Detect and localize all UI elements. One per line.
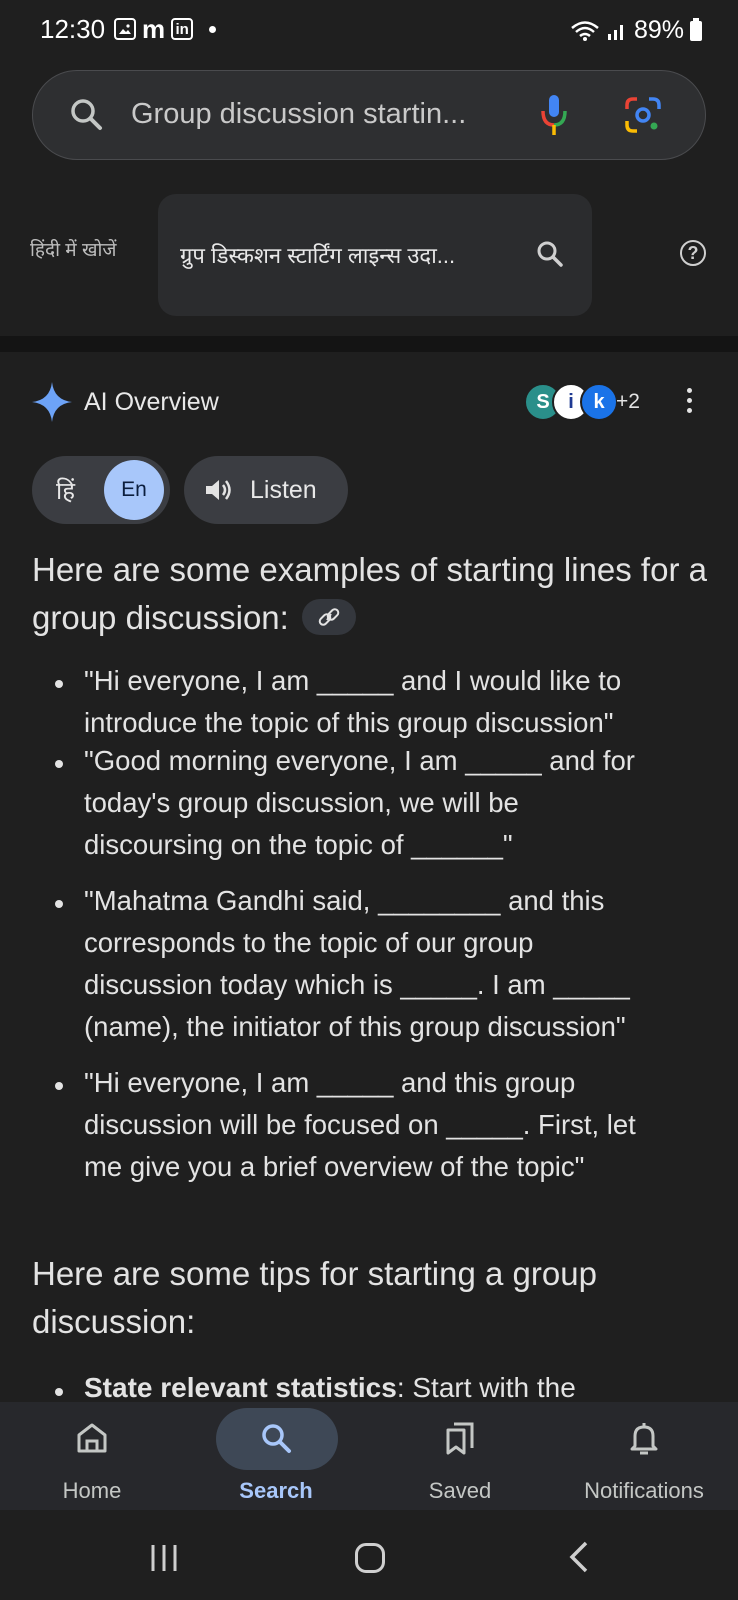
gallery-icon [114, 18, 136, 40]
nav-label: Saved [428, 1478, 492, 1503]
nav-home[interactable]: Home [12, 1402, 172, 1510]
tip-text: : Start with the [396, 1372, 576, 1403]
tip-title: State relevant statistics [84, 1372, 397, 1403]
recent-apps-icon[interactable] [148, 1542, 180, 1574]
list-item: "Hi everyone, I am _____ and I would lik… [84, 665, 622, 738]
listen-button[interactable]: Listen [184, 456, 348, 524]
search-query[interactable]: Group discussion startin... [131, 98, 466, 131]
back-icon[interactable] [566, 1540, 590, 1574]
more-notifications-dot [209, 25, 217, 33]
list-item: "Good morning everyone, I am _____ and f… [84, 745, 635, 860]
search-icon [262, 1424, 291, 1453]
listen-label: Listen [250, 476, 317, 504]
language-toggle[interactable]: हिं En [32, 456, 170, 524]
bullet [55, 1388, 63, 1396]
source-avatar[interactable]: k [580, 383, 618, 421]
bullet [55, 760, 63, 768]
bell-icon [630, 1423, 658, 1455]
system-icons: 89% [570, 16, 702, 45]
nav-notifications[interactable]: Notifications [564, 1402, 724, 1510]
status-bar: 12:30 m in 89% [0, 0, 738, 62]
speaker-icon [206, 480, 231, 500]
search-bar[interactable]: Group discussion startin... [32, 70, 706, 160]
m-app-icon: m [142, 14, 166, 44]
hindi-search-suggestion[interactable]: ग्रुप डिस्कशन स्टार्टिंग लाइन्स उदा... [158, 194, 592, 316]
wifi-icon [571, 20, 599, 41]
source-avatars[interactable]: S i k [524, 383, 618, 421]
status-time: 12:30 [40, 14, 106, 44]
system-navigation-bar [0, 1510, 738, 1600]
nav-label: Home [62, 1478, 122, 1503]
nav-label: Notifications [584, 1478, 704, 1503]
source-link-chip[interactable] [302, 599, 356, 635]
bullet [55, 680, 63, 688]
google-lens-icon[interactable] [623, 95, 663, 135]
hindi-search-query: ग्रुप डिस्कशन स्टार्टिंग लाइन्स उदा... [180, 243, 456, 268]
home-button-icon[interactable] [355, 1543, 385, 1573]
search-icon [537, 241, 563, 267]
battery-icon [690, 17, 702, 41]
nav-search[interactable]: Search [196, 1402, 356, 1510]
notification-icons: m in [114, 14, 217, 44]
link-icon [318, 608, 340, 626]
section-divider [0, 336, 738, 352]
gemini-sparkle-icon [32, 382, 72, 422]
nav-saved[interactable]: Saved [380, 1402, 540, 1510]
intro-text: Here are some examples of starting lines… [32, 551, 707, 636]
ai-overview-title: AI Overview [84, 388, 219, 416]
bullet [55, 1082, 63, 1090]
help-icon[interactable]: ? [680, 240, 706, 266]
language-hindi-option[interactable]: हिं [56, 474, 75, 507]
battery-percent: 89% [633, 16, 684, 44]
source-count[interactable]: +2 [616, 390, 640, 414]
bullet [55, 900, 63, 908]
nav-label: Search [239, 1478, 313, 1503]
linkedin-icon: in [171, 18, 194, 40]
microphone-icon[interactable] [539, 93, 569, 139]
home-icon [77, 1423, 107, 1453]
signal-icon [607, 24, 623, 40]
list-item: "Hi everyone, I am _____ and this group … [84, 1067, 636, 1182]
language-english-option[interactable]: En [104, 460, 164, 520]
list-item: State relevant statistics: Start with th… [84, 1372, 576, 1404]
more-options-icon[interactable] [687, 388, 693, 418]
hindi-search-label[interactable]: हिंदी में खोजें [30, 236, 117, 262]
tips-heading: Here are some tips for starting a group … [32, 1255, 597, 1340]
search-icon [71, 99, 102, 130]
ai-overview-intro: Here are some examples of starting lines… [32, 546, 712, 642]
bottom-navigation: Home Search Saved Notifications [0, 1402, 738, 1510]
list-item: "Mahatma Gandhi said, ________ and this … [84, 885, 630, 1042]
bookmarks-icon [446, 1422, 474, 1455]
